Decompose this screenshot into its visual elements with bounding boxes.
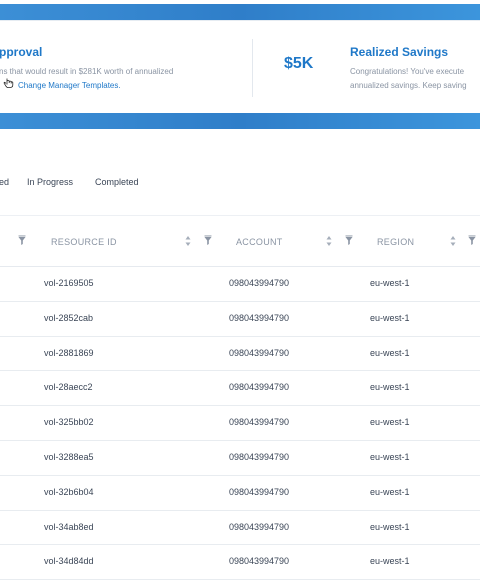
sort-icon[interactable]	[325, 235, 333, 247]
resource-id-cell: vol-325bb02	[44, 417, 94, 428]
tab-completed[interactable]: Completed	[95, 177, 139, 187]
account-cell: 098043994790	[229, 278, 290, 288]
savings-banner: pproval ns that would result in $281K wo…	[0, 0, 480, 130]
banner-body: pproval ns that would result in $281K wo…	[0, 20, 480, 115]
column-header-region[interactable]: REGION	[377, 237, 414, 247]
region-cell: eu-west-1	[370, 556, 410, 567]
change-manager-templates-link[interactable]: Change Manager Templates.	[18, 80, 121, 92]
resource-id-cell: vol-3288ea5	[44, 452, 94, 462]
account-cell: 098043994790	[229, 347, 290, 358]
banner-divider	[252, 39, 253, 97]
tab-approved[interactable]: ed	[0, 177, 9, 187]
filter-icon[interactable]	[468, 235, 476, 247]
realized-savings-line2: annualized savings. Keep saving	[350, 81, 467, 90]
sort-icon[interactable]	[449, 235, 457, 247]
approval-description: ns that would result in $281K worth of a…	[0, 67, 174, 76]
region-cell: eu-west-1	[370, 521, 410, 532]
realized-savings-line1: Congratulations! You've execute	[350, 67, 465, 76]
filter-icon[interactable]	[18, 235, 26, 247]
hand-cursor-icon	[3, 78, 14, 88]
account-cell: 098043994790	[229, 452, 290, 462]
table-header: RESOURCE ID ACCOUNT REGION	[0, 216, 480, 267]
table-row[interactable]: vol-325bb02 098043994790 eu-west-1	[0, 405, 480, 441]
filter-icon[interactable]	[345, 235, 353, 247]
resource-id-cell: vol-34ab8ed	[44, 521, 94, 532]
tab-in-progress[interactable]: In Progress	[27, 177, 73, 187]
resource-id-cell: vol-32b6b04	[44, 486, 94, 497]
account-cell: 098043994790	[229, 382, 290, 393]
realized-savings-amount: $5K	[284, 55, 314, 72]
column-header-account[interactable]: ACCOUNT	[236, 237, 283, 247]
region-cell: eu-west-1	[370, 278, 410, 288]
table-row[interactable]: vol-28aecc2 098043994790 eu-west-1	[0, 370, 480, 407]
resource-id-cell: vol-34d84dd	[44, 556, 94, 567]
resource-id-cell: vol-2881869	[44, 347, 94, 358]
sort-icon[interactable]	[184, 235, 192, 247]
table-row[interactable]: vol-2169505 098043994790 eu-west-1	[0, 266, 480, 302]
banner-top-stripe	[0, 4, 480, 20]
table-row[interactable]: vol-34ab8ed 098043994790 eu-west-1	[0, 510, 480, 546]
banner-bottom-stripe	[0, 113, 480, 129]
account-cell: 098043994790	[229, 417, 290, 428]
table-row[interactable]: vol-3288ea5 098043994790 eu-west-1	[0, 440, 480, 476]
account-cell: 098043994790	[229, 556, 290, 567]
filter-icon[interactable]	[204, 235, 212, 247]
column-header-resource-id[interactable]: RESOURCE ID	[51, 237, 117, 247]
resource-id-cell: vol-2169505	[44, 278, 94, 288]
table-row[interactable]: vol-2881869 098043994790 eu-west-1	[0, 336, 480, 372]
region-cell: eu-west-1	[370, 382, 410, 393]
region-cell: eu-west-1	[370, 486, 410, 497]
region-cell: eu-west-1	[370, 417, 410, 428]
region-cell: eu-west-1	[370, 452, 410, 462]
table-row[interactable]: vol-34d84dd 098043994790 eu-west-1	[0, 544, 480, 581]
table-row[interactable]: vol-32b6b04 098043994790 eu-west-1	[0, 475, 480, 511]
account-cell: 098043994790	[229, 486, 290, 497]
account-cell: 098043994790	[229, 312, 290, 323]
account-cell: 098043994790	[229, 521, 290, 532]
region-cell: eu-west-1	[370, 347, 410, 358]
approval-title: pproval	[0, 45, 43, 59]
resource-id-cell: vol-28aecc2	[44, 382, 93, 393]
resource-id-cell: vol-2852cab	[44, 312, 94, 323]
realized-savings-title: Realized Savings	[350, 45, 449, 59]
table-row[interactable]: vol-2852cab 098043994790 eu-west-1	[0, 301, 480, 337]
region-cell: eu-west-1	[370, 312, 410, 323]
